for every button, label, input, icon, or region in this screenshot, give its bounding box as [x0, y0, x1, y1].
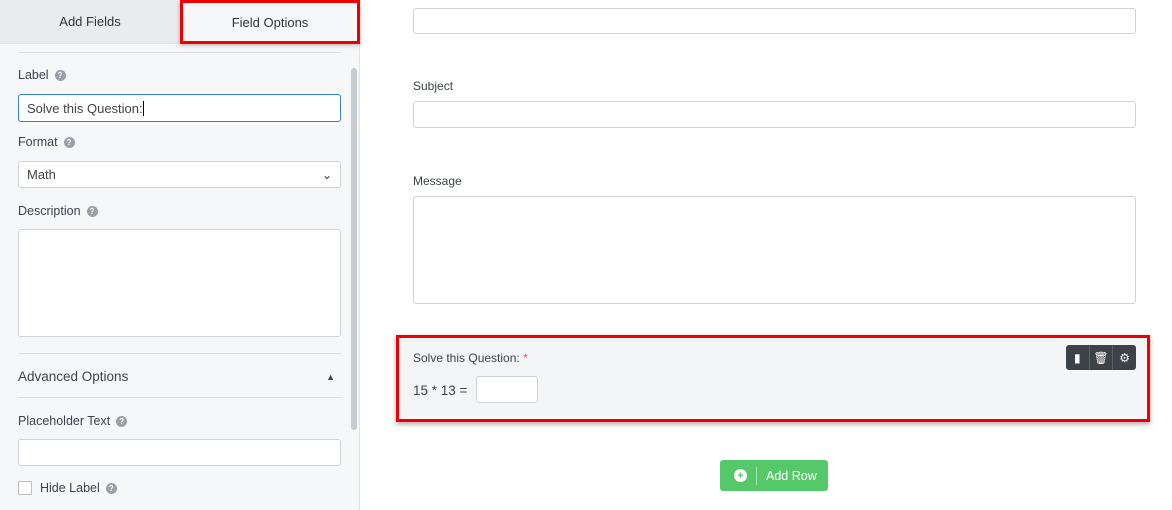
- message-textarea[interactable]: [413, 196, 1136, 304]
- caret-up-icon: ▲: [326, 371, 335, 382]
- add-row-button[interactable]: + Add Row: [720, 460, 828, 491]
- label-text: Label: [18, 68, 49, 82]
- form-field-input[interactable]: [413, 8, 1136, 34]
- placeholder-text: Placeholder Text: [18, 414, 111, 428]
- field-toolbar: ▮ 🗑︎ ⚙: [1066, 345, 1136, 370]
- subject-label: Subject: [413, 79, 454, 93]
- help-icon[interactable]: ?: [63, 136, 75, 148]
- duplicate-icon[interactable]: ▮: [1066, 345, 1090, 370]
- advanced-options-toggle[interactable]: Advanced Options ▲: [18, 369, 341, 384]
- tab-label: Add Fields: [59, 14, 121, 29]
- help-icon[interactable]: ?: [54, 69, 66, 81]
- hide-label-text: Hide Label: [40, 481, 100, 495]
- hide-label-checkbox[interactable]: [18, 481, 32, 495]
- add-row-label: Add Row: [766, 468, 817, 483]
- placeholder-title: Placeholder Text?: [18, 414, 128, 428]
- field-options-panel: Add Fields Field Options Label? Solve th…: [0, 0, 360, 510]
- advanced-title: Advanced Options: [18, 369, 129, 384]
- subject-input[interactable]: [413, 101, 1136, 128]
- math-answer-input[interactable]: [476, 376, 538, 403]
- label-title: Label?: [18, 68, 66, 82]
- divider: [18, 353, 341, 354]
- scrollbar[interactable]: [351, 68, 357, 430]
- button-divider: [756, 466, 757, 485]
- description-textarea[interactable]: [18, 229, 341, 337]
- math-label-text: Solve this Question:: [413, 351, 520, 365]
- chevron-down-icon: ⌄: [321, 167, 332, 182]
- required-mark: *: [523, 351, 528, 365]
- label-input[interactable]: Solve this Question:: [18, 94, 341, 122]
- format-title: Format?: [18, 135, 75, 149]
- format-select[interactable]: Math ⌄: [18, 161, 341, 188]
- divider: [18, 52, 341, 53]
- help-icon[interactable]: ?: [116, 415, 128, 427]
- help-icon[interactable]: ?: [105, 482, 117, 494]
- tab-label: Field Options: [231, 14, 309, 30]
- description-text: Description: [18, 204, 81, 218]
- format-value: Math: [27, 167, 56, 182]
- divider: [18, 397, 341, 398]
- text-cursor: [142, 100, 144, 116]
- tab-field-options[interactable]: Field Options: [180, 0, 360, 44]
- trash-icon[interactable]: 🗑︎: [1090, 345, 1114, 370]
- plus-circle-icon: +: [734, 469, 747, 482]
- hide-label-option: Hide Label?: [18, 481, 117, 495]
- description-title: Description?: [18, 204, 98, 218]
- math-label: Solve this Question: *: [413, 351, 528, 365]
- message-label: Message: [413, 174, 462, 188]
- format-text: Format: [18, 135, 58, 149]
- placeholder-input[interactable]: [18, 439, 341, 466]
- gear-icon[interactable]: ⚙: [1113, 345, 1136, 370]
- math-equation: 15 * 13 =: [413, 383, 468, 398]
- tab-add-fields[interactable]: Add Fields: [0, 0, 180, 44]
- help-icon[interactable]: ?: [86, 205, 98, 217]
- label-value: Solve this Question:: [27, 100, 143, 116]
